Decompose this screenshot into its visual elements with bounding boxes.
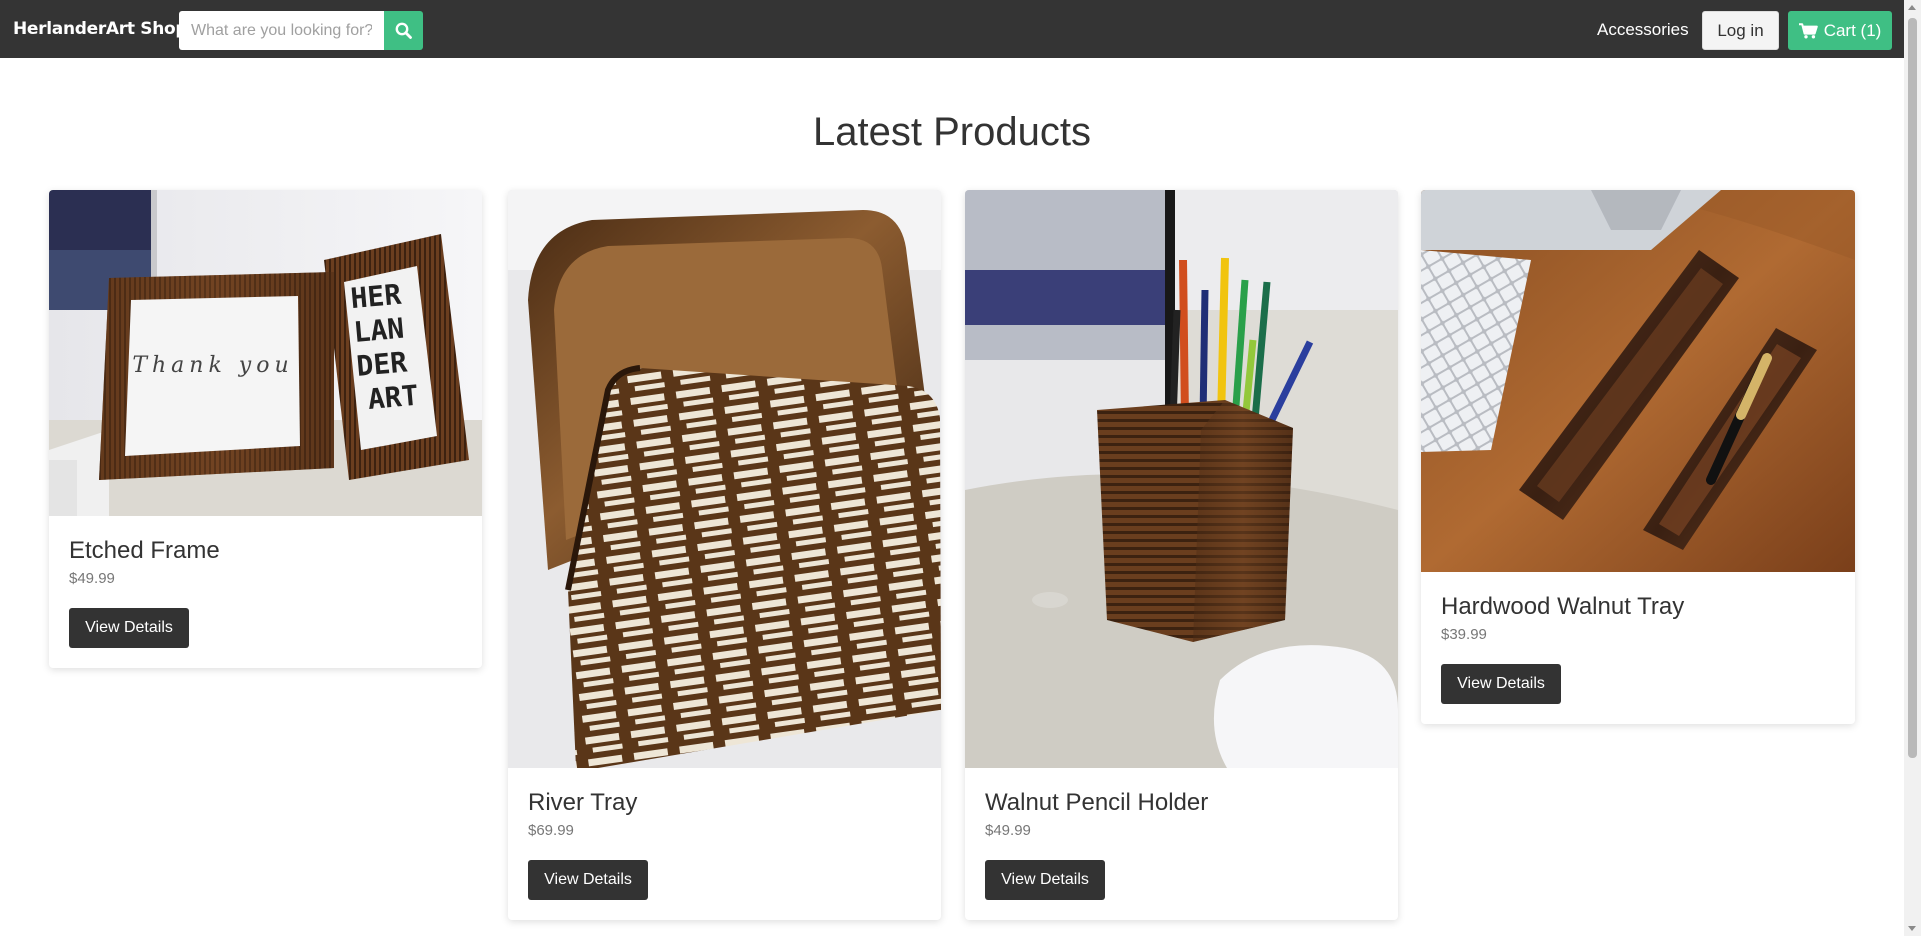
product-name[interactable]: Walnut Pencil Holder	[985, 789, 1208, 817]
product-price: $69.99	[528, 822, 574, 839]
product-card: River Tray $69.99 View Details	[508, 190, 941, 920]
product-price: $39.99	[1441, 626, 1487, 643]
product-name[interactable]: River Tray	[528, 789, 637, 817]
view-details-label: View Details	[1001, 871, 1089, 888]
product-price: $49.99	[69, 570, 115, 587]
view-details-button[interactable]: View Details	[528, 860, 648, 900]
product-image[interactable]	[1421, 190, 1855, 572]
view-details-label: View Details	[85, 619, 173, 636]
product-image[interactable]	[965, 190, 1398, 768]
view-details-label: View Details	[1457, 675, 1545, 692]
scroll-down-arrow-icon[interactable]	[1908, 926, 1916, 931]
brand-link[interactable]: HerlanderArt Shop	[13, 19, 188, 39]
view-details-button[interactable]: View Details	[985, 860, 1105, 900]
navbar: HerlanderArt Shop Accessories Log in Car…	[0, 0, 1904, 58]
view-details-label: View Details	[544, 871, 632, 888]
scroll-thumb[interactable]	[1908, 18, 1917, 758]
search-input[interactable]	[179, 11, 384, 50]
view-details-button[interactable]: View Details	[1441, 664, 1561, 704]
cart-label: Cart (1)	[1823, 20, 1882, 40]
product-image[interactable]	[508, 190, 941, 768]
frame-thank-you-text: Thank you	[132, 353, 293, 378]
login-button[interactable]: Log in	[1702, 11, 1779, 50]
page-title: Latest Products	[813, 110, 1091, 154]
search-button[interactable]	[384, 11, 423, 50]
product-name[interactable]: Hardwood Walnut Tray	[1441, 593, 1684, 621]
product-image[interactable]: HER LAN DER ART Thank you	[49, 190, 482, 516]
product-price: $49.99	[985, 822, 1031, 839]
scroll-up-arrow-icon[interactable]	[1908, 5, 1916, 10]
nav-link-accessories[interactable]: Accessories	[1597, 20, 1689, 40]
cart-button[interactable]: Cart (1)	[1788, 11, 1892, 50]
view-details-button[interactable]: View Details	[69, 608, 189, 648]
product-card: Walnut Pencil Holder $49.99 View Details	[965, 190, 1398, 920]
cart-icon	[1798, 22, 1818, 38]
search-icon	[395, 22, 412, 39]
product-card: Hardwood Walnut Tray $39.99 View Details	[1421, 190, 1855, 724]
page-scrollbar[interactable]	[1904, 0, 1921, 936]
product-card: HER LAN DER ART Thank you Etched Frame $…	[49, 190, 482, 668]
login-label: Log in	[1717, 20, 1764, 40]
product-name[interactable]: Etched Frame	[69, 537, 220, 565]
